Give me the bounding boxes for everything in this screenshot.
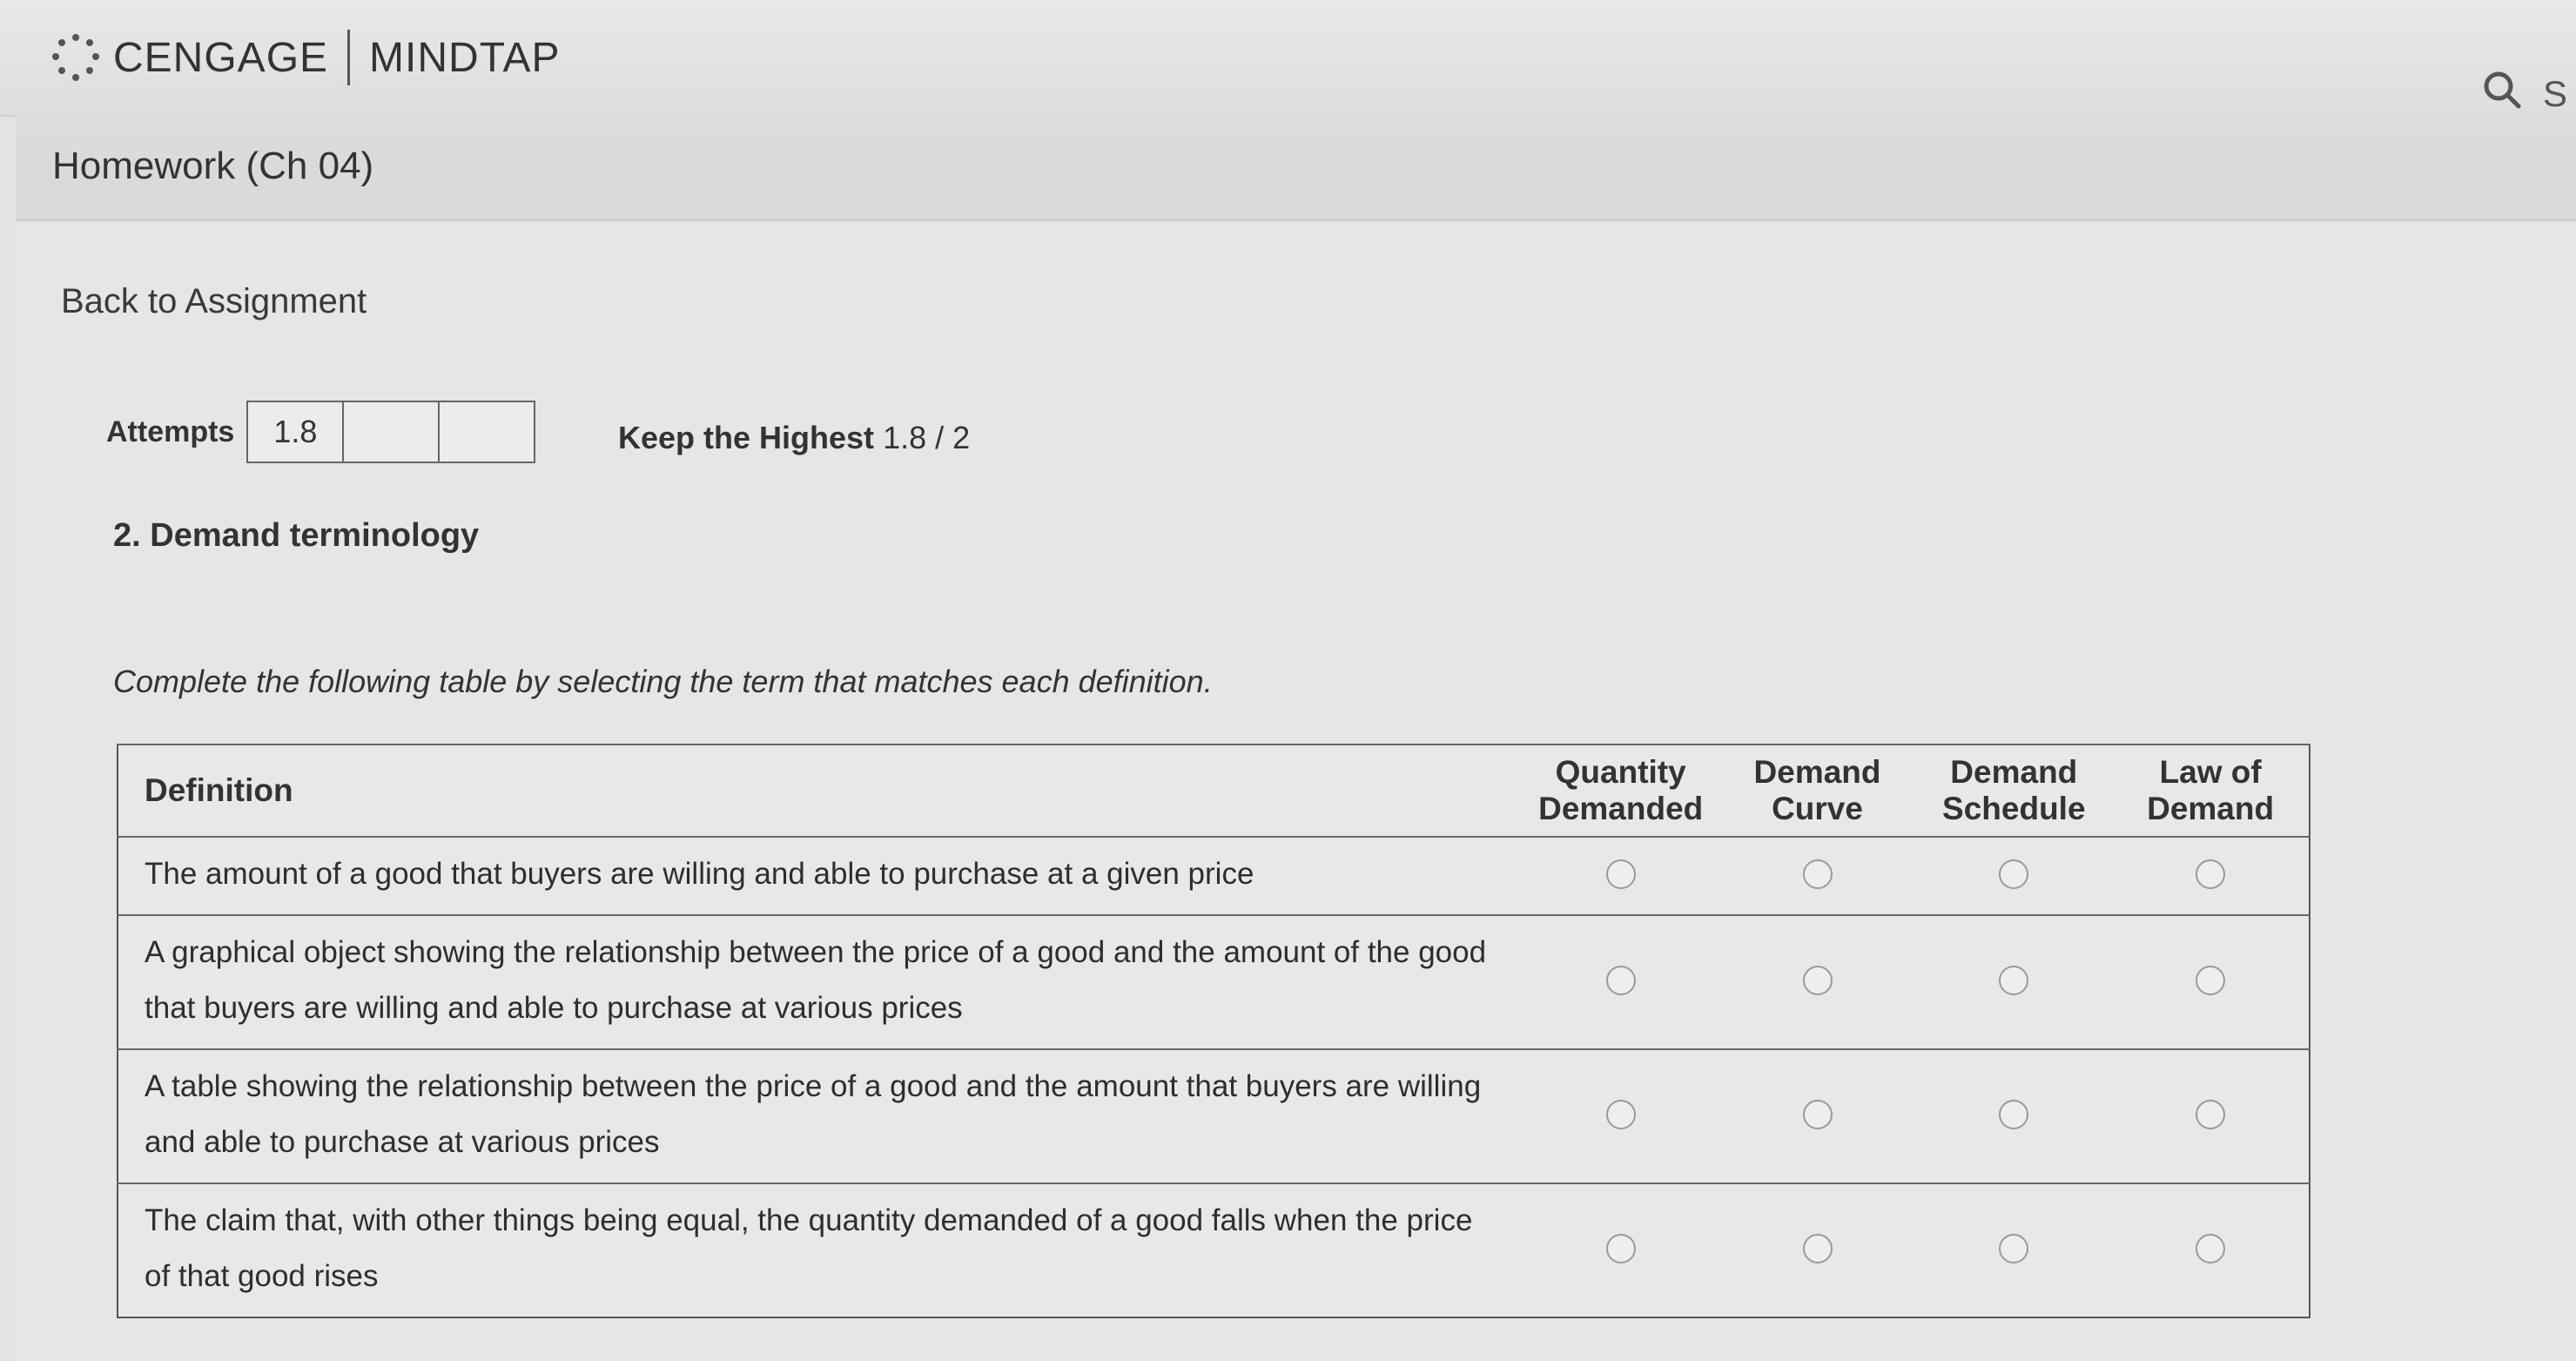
- radio-row4-demand-curve[interactable]: [1802, 1233, 1833, 1263]
- radio-row1-demand-curve[interactable]: [1802, 859, 1833, 889]
- column-header-demand-schedule: Demand Schedule: [1915, 744, 2113, 837]
- radio-row1-demand-schedule[interactable]: [1999, 859, 2029, 889]
- attempts-label: Attempts: [106, 414, 235, 448]
- radio-row1-quantity-demanded[interactable]: [1605, 859, 1636, 889]
- column-header-law-of-demand: Law of Demand: [2112, 744, 2310, 837]
- definition-text: The claim that, with other things being …: [118, 1182, 1523, 1317]
- brand-divider: [347, 30, 351, 85]
- search-label-fragment: S: [2542, 73, 2567, 114]
- search-icon[interactable]: [2480, 68, 2524, 111]
- back-to-assignment-link[interactable]: Back to Assignment: [61, 282, 367, 321]
- attempts-row: Attempts 1.8: [106, 401, 536, 463]
- table-row: The amount of a good that buyers are wil…: [118, 836, 2310, 915]
- definition-column-header: Definition: [118, 744, 1523, 837]
- radio-row2-demand-curve[interactable]: [1802, 965, 1833, 995]
- keep-highest-score: Keep the Highest 1.8 / 2: [618, 420, 970, 456]
- table-row: The claim that, with other things being …: [118, 1182, 2310, 1317]
- brand-mindtap: MINDTAP: [369, 34, 561, 81]
- radio-row3-quantity-demanded[interactable]: [1605, 1099, 1636, 1129]
- attempt-score-3: [440, 401, 536, 463]
- question-title: 2. Demand terminology: [113, 517, 480, 554]
- attempt-score-2: [344, 401, 441, 463]
- radio-row2-demand-schedule[interactable]: [1999, 965, 2029, 995]
- radio-row4-demand-schedule[interactable]: [1999, 1233, 2029, 1263]
- radio-row2-quantity-demanded[interactable]: [1605, 965, 1636, 995]
- column-header-quantity-demanded: Quantity Demanded: [1522, 744, 1719, 837]
- table-header-row: Definition Quantity Demanded Demand Curve …: [118, 744, 2310, 837]
- top-navigation-bar: CENGAGE MINDTAP S: [0, 0, 2576, 117]
- assignment-title: Homework (Ch 04): [52, 145, 374, 187]
- terminology-table: Definition Quantity Demanded Demand Curve …: [117, 744, 2310, 1318]
- question-panel: Back to Assignment Attempts 1.8 Keep the…: [16, 221, 2576, 1361]
- brand-cengage: CENGAGE: [113, 34, 329, 81]
- table-row: A table showing the relationship between…: [118, 1048, 2310, 1183]
- radio-row2-law-of-demand[interactable]: [2196, 965, 2226, 995]
- table-row: A graphical object showing the relations…: [118, 914, 2310, 1049]
- radio-row3-demand-schedule[interactable]: [1999, 1099, 2029, 1129]
- radio-row4-law-of-demand[interactable]: [2196, 1233, 2226, 1263]
- radio-row3-law-of-demand[interactable]: [2196, 1099, 2226, 1129]
- radio-row4-quantity-demanded[interactable]: [1605, 1233, 1636, 1263]
- assignment-header: Homework (Ch 04): [16, 115, 2576, 221]
- cengage-mindtap-logo[interactable]: CENGAGE MINDTAP: [49, 30, 560, 85]
- keep-highest-label: Keep the Highest: [618, 420, 875, 455]
- definition-text: The amount of a good that buyers are wil…: [118, 836, 1523, 915]
- column-header-demand-curve: Demand Curve: [1718, 744, 1916, 837]
- keep-highest-value: 1.8 / 2: [883, 420, 971, 455]
- radio-row3-demand-curve[interactable]: [1802, 1099, 1833, 1129]
- definition-text: A graphical object showing the relations…: [118, 914, 1523, 1049]
- attempt-score-1: 1.8: [246, 401, 345, 463]
- definition-text: A table showing the relationship between…: [118, 1048, 1523, 1183]
- question-instruction: Complete the following table by selectin…: [113, 664, 1213, 699]
- radio-row1-law-of-demand[interactable]: [2196, 859, 2226, 889]
- cengage-logo-icon: [52, 34, 99, 81]
